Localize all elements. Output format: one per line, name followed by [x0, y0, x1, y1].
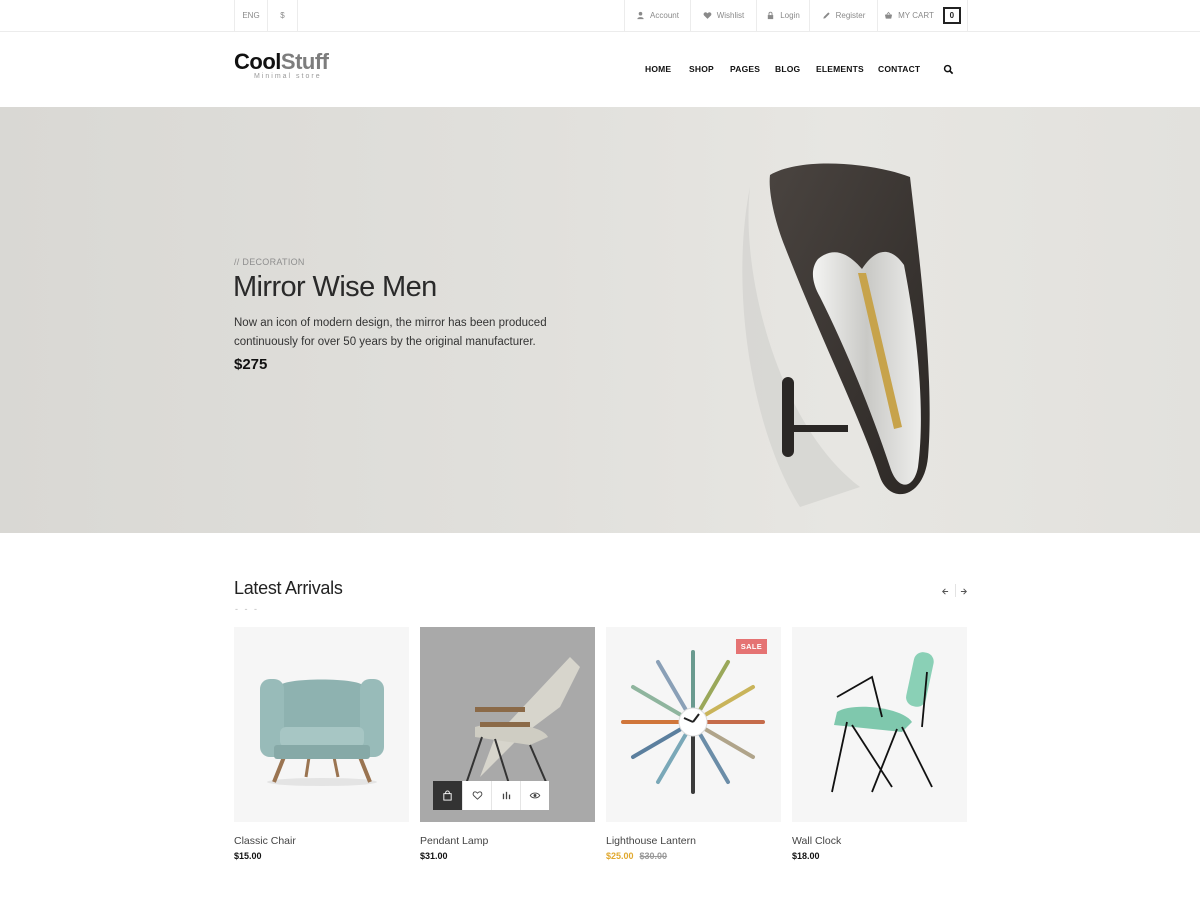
sale-badge: SALE: [735, 639, 767, 654]
product-card[interactable]: SALE Lighthouse Lantern $25.00 $30.00: [606, 627, 781, 861]
language-selector[interactable]: ENG: [234, 0, 267, 31]
product-price-value: $31.00: [420, 851, 448, 861]
register-label: Register: [835, 11, 866, 20]
main-header: CoolStuff Minimal store HOME SHOP PAGES …: [0, 32, 1200, 107]
starburst-clock-image: [621, 650, 765, 794]
nav-elements[interactable]: ELEMENTS: [816, 64, 864, 74]
add-to-wishlist-button[interactable]: [462, 781, 491, 810]
heart-icon: [472, 791, 482, 800]
hero-price: $275: [234, 356, 268, 373]
wishlist-label: Wishlist: [716, 11, 745, 20]
arrow-right-icon: [960, 587, 967, 595]
product-name[interactable]: Pendant Lamp: [420, 835, 595, 847]
cart-count-badge: 0: [942, 7, 961, 24]
armchair-image: [260, 679, 384, 786]
wishlist-link[interactable]: Wishlist: [690, 0, 756, 31]
account-label: Account: [650, 11, 679, 20]
currency-selector[interactable]: $: [267, 0, 298, 31]
nav-blog[interactable]: BLOG: [775, 64, 800, 74]
hero-description: Now an icon of modern design, the mirror…: [234, 317, 547, 348]
lock-icon: [768, 11, 774, 20]
cart-link[interactable]: MY CART 0: [877, 0, 968, 31]
cart-label: MY CART: [898, 11, 934, 20]
product-action-bar: [433, 781, 549, 810]
product-image-lounge-chair[interactable]: [420, 627, 595, 822]
nav-contact[interactable]: CONTACT: [878, 64, 920, 74]
hero-title: Mirror Wise Men: [233, 271, 437, 303]
register-link[interactable]: Register: [809, 0, 877, 31]
basket-icon: [885, 11, 893, 19]
login-link[interactable]: Login: [756, 0, 809, 31]
nav-pages[interactable]: PAGES: [730, 64, 760, 74]
product-price-value: $15.00: [234, 851, 262, 861]
product-image-armchair[interactable]: [234, 627, 409, 822]
product-card[interactable]: Wall Clock $18.00: [792, 627, 967, 861]
login-label: Login: [780, 11, 800, 20]
pencil-icon: [822, 12, 830, 19]
nav-shop[interactable]: SHOP: [689, 64, 714, 74]
product-card[interactable]: Classic Chair $15.00: [234, 627, 409, 861]
product-price: $25.00 $30.00: [606, 851, 781, 861]
compare-button[interactable]: [491, 781, 520, 810]
currency-label: $: [280, 11, 285, 20]
search-icon[interactable]: [943, 64, 954, 75]
chair-image: [831, 652, 934, 793]
product-image-chair[interactable]: [792, 627, 967, 822]
arrow-left-icon: [941, 587, 948, 595]
logo-wordmark: CoolStuff: [234, 49, 329, 75]
section-divider: - - -: [235, 604, 259, 614]
carousel-next-button[interactable]: [957, 584, 971, 598]
product-price: $31.00: [420, 851, 595, 861]
product-old-price: $30.00: [639, 851, 668, 861]
product-name[interactable]: Lighthouse Lantern: [606, 835, 781, 847]
carousel-prev-button[interactable]: [937, 584, 951, 598]
product-name[interactable]: Classic Chair: [234, 835, 409, 847]
logo-tagline: Minimal store: [254, 73, 322, 80]
language-label: ENG: [242, 11, 260, 20]
product-name[interactable]: Wall Clock: [792, 835, 967, 847]
logo-word-stuff: Stuff: [280, 49, 329, 74]
product-sale-price: $25.00: [606, 851, 634, 861]
eye-icon: [529, 792, 541, 799]
add-to-cart-button[interactable]: [433, 781, 462, 810]
section-title: Latest Arrivals: [234, 578, 343, 598]
top-bar: ENG $ Account Wishlist Login Register MY…: [0, 0, 1200, 32]
account-link[interactable]: Account: [624, 0, 690, 31]
bar-chart-icon: [502, 791, 510, 800]
quick-view-button[interactable]: [520, 781, 549, 810]
product-price: $18.00: [792, 851, 967, 861]
logo-word-cool: Cool: [234, 49, 281, 74]
product-price: $15.00: [234, 851, 409, 861]
mirror-image: [742, 163, 930, 507]
user-icon: [637, 11, 644, 20]
heart-icon: [703, 12, 712, 19]
hero-kicker: // DECORATION: [234, 257, 305, 267]
product-image-wall-clock[interactable]: SALE: [606, 627, 781, 822]
product-price-value: $18.00: [792, 851, 820, 861]
hero-banner: // DECORATION Mirror Wise Men Now an ico…: [0, 107, 1200, 533]
site-logo[interactable]: CoolStuff Minimal store: [234, 49, 329, 80]
product-card[interactable]: Pendant Lamp $31.00: [420, 627, 595, 861]
shopping-bag-icon: [443, 790, 452, 801]
carousel-arrow-separator: [955, 584, 956, 597]
nav-home[interactable]: HOME: [645, 64, 671, 74]
